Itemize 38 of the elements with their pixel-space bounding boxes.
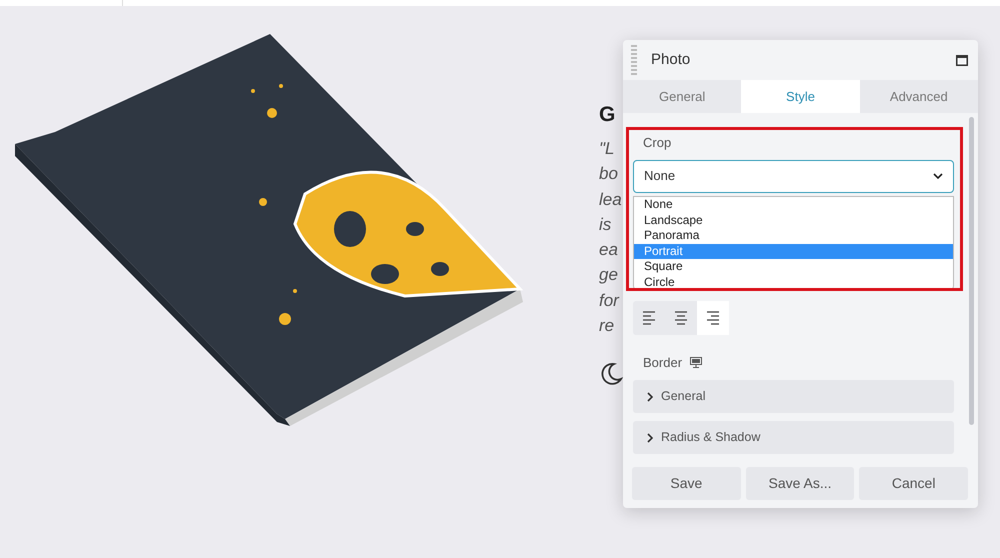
dropdown-option[interactable]: Square <box>634 259 953 274</box>
panel-button[interactable]: Save <box>632 467 741 500</box>
chevron-icon <box>647 392 653 402</box>
align-right-button[interactable] <box>697 300 729 334</box>
align-left-icon <box>641 308 657 326</box>
quote-text: re <box>599 315 616 338</box>
moon-icon[interactable] <box>599 362 623 386</box>
heading: G <box>599 102 616 128</box>
accordion-section[interactable]: Radius & Shadow <box>633 421 954 454</box>
align-center-icon <box>673 308 689 326</box>
maximize-icon[interactable] <box>956 54 968 66</box>
quote-text: "L <box>599 138 616 160</box>
dropdown-option[interactable]: Panorama <box>634 228 953 244</box>
dropdown-option[interactable]: Landscape <box>634 212 953 228</box>
quote-text: for <box>599 290 620 312</box>
align-right-icon <box>705 308 721 326</box>
quote-text: bo <box>599 163 619 186</box>
quote-text: is <box>599 214 612 236</box>
chevron-icon <box>647 432 653 442</box>
panel-title: Photo <box>651 50 692 70</box>
panel-button[interactable]: Cancel <box>859 467 968 500</box>
crop-select[interactable]: None <box>633 160 954 192</box>
drag-handle-icon[interactable] <box>631 45 637 75</box>
chevron-down-icon <box>933 173 943 179</box>
quote-text: ea <box>599 239 619 262</box>
field-label: Crop <box>642 134 672 152</box>
dropdown-option[interactable]: Circle <box>634 274 953 290</box>
dropdown-option[interactable]: None <box>634 197 953 212</box>
quote-text: ge <box>599 264 619 286</box>
accordion-section[interactable]: General <box>633 380 954 413</box>
tab[interactable]: Style <box>741 80 860 113</box>
monitor-icon[interactable] <box>690 356 702 368</box>
quote-text: lea <box>599 188 623 211</box>
dropdown-option[interactable]: Portrait <box>634 244 953 259</box>
select-value: None <box>644 167 676 186</box>
field-label: Border <box>642 354 682 372</box>
scrollbar[interactable] <box>969 117 974 425</box>
panel-button[interactable]: Save As... <box>746 467 854 500</box>
